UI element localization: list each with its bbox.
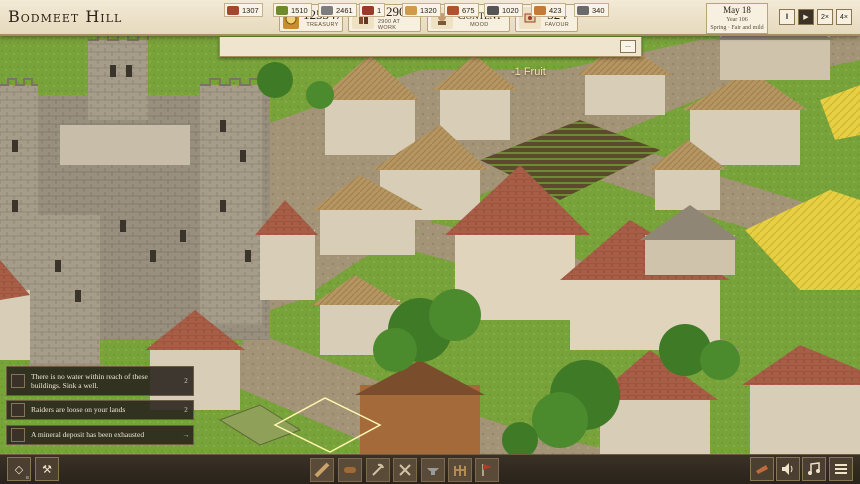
resource-value: 340: [592, 5, 605, 15]
resource-bar: [219, 37, 642, 57]
notification-icon: [11, 428, 25, 442]
stone-icon: [321, 5, 333, 15]
tool-icon: [447, 5, 459, 15]
resource-meat[interactable]: 1307: [224, 3, 263, 17]
farm-tool-button[interactable]: [366, 458, 390, 482]
notification-count: 2: [184, 377, 188, 385]
horn-button[interactable]: [750, 457, 774, 481]
crossed-tools-icon: [577, 5, 589, 15]
crossed-tools-icon: [399, 464, 411, 476]
resource-value: 1510: [291, 5, 308, 15]
iron-icon: [487, 5, 499, 15]
log-icon: [344, 467, 356, 473]
flag-icon: [482, 464, 492, 476]
notification-no-water[interactable]: There is no water within reach of these …: [6, 366, 194, 396]
resource-value: 1: [377, 5, 382, 15]
bread-icon: [405, 5, 417, 15]
grain-icon: [276, 5, 288, 15]
date-panel[interactable]: May 18 Year 106 Spring · Fair and mild: [706, 3, 768, 34]
resource-value: 1307: [242, 5, 259, 15]
smith-tool-button[interactable]: [421, 458, 445, 482]
speaker-icon: [782, 463, 793, 475]
road-tool-button[interactable]: [310, 458, 334, 482]
resource-stone[interactable]: 2461: [318, 3, 357, 17]
resource-ore[interactable]: 1: [359, 3, 386, 17]
play-speed-4-button[interactable]: 4×: [836, 9, 852, 25]
music-note-icon: [808, 462, 820, 475]
workers-label: 2900 AT WORK: [377, 19, 401, 31]
resource-bread[interactable]: 1320: [402, 3, 441, 17]
resource-value: 2461: [336, 5, 353, 15]
more-resources-button[interactable]: ...: [620, 40, 636, 53]
pickaxe-icon: [372, 463, 384, 476]
town-name: Bodmeet Hill: [8, 7, 123, 26]
notification-mineral-exhausted[interactable]: A mineral deposit has been exhausted →: [6, 425, 194, 445]
play-speed-1-button[interactable]: ▶: [798, 9, 814, 25]
flag-tool-button[interactable]: [475, 458, 499, 482]
favour-label: FAVOUR: [545, 21, 570, 28]
pause-button[interactable]: ‖: [779, 9, 795, 25]
notification-raiders[interactable]: Raiders are loose on your lands 2: [6, 400, 194, 420]
hammer-button[interactable]: ⚒: [35, 457, 59, 481]
fence-icon: [454, 465, 466, 476]
notification-text: There is no water within reach of these …: [31, 371, 148, 390]
date-year: Year 106: [726, 17, 748, 23]
date-season: Spring · Fair and mild: [710, 25, 764, 31]
hamburger-menu-icon: [835, 464, 847, 474]
floating-resource-message: -1 Fruit: [511, 66, 546, 78]
resource-tools[interactable]: 675: [444, 3, 479, 17]
music-button[interactable]: [802, 457, 826, 481]
road-icon: [314, 462, 330, 478]
notification-icon: [11, 403, 25, 417]
treasury-label: TREASURY: [306, 21, 339, 28]
ore-icon: [362, 5, 374, 15]
build-mode-button[interactable]: ◇ B: [7, 457, 31, 481]
diamond-icon: ◇: [14, 462, 24, 476]
resource-value: 675: [462, 5, 475, 15]
notification-icon: [11, 374, 25, 388]
hotkey-label: B: [25, 475, 29, 480]
mine-tool-button[interactable]: [393, 458, 417, 482]
resource-value: 1320: [420, 5, 437, 15]
meat-icon: [227, 5, 239, 15]
notification-text: A mineral deposit has been exhausted: [31, 430, 145, 440]
resource-value: 1020: [502, 5, 519, 15]
resource-grain[interactable]: 1510: [273, 3, 312, 17]
resource-crossed-tools[interactable]: 340: [574, 3, 609, 17]
date-day: May 18: [723, 5, 751, 15]
horn-icon: [756, 465, 768, 474]
resource-value: 423: [549, 5, 562, 15]
notification-text: Raiders are loose on your lands: [31, 405, 126, 415]
anvil-icon: [427, 468, 439, 475]
notification-count: 2: [184, 406, 188, 414]
defense-tool-button[interactable]: [448, 458, 472, 482]
hammer-icon: ⚒: [42, 462, 52, 476]
notification-arrow: →: [182, 431, 190, 439]
resource-planks[interactable]: 423: [531, 3, 566, 17]
resource-iron[interactable]: 1020: [484, 3, 523, 17]
sound-button[interactable]: [776, 457, 800, 481]
wood-tool-button[interactable]: [338, 458, 362, 482]
planks-icon: [534, 5, 546, 15]
play-speed-2-button[interactable]: 2×: [817, 9, 833, 25]
mood-label: MOOD: [470, 21, 489, 28]
menu-button[interactable]: [829, 457, 853, 481]
